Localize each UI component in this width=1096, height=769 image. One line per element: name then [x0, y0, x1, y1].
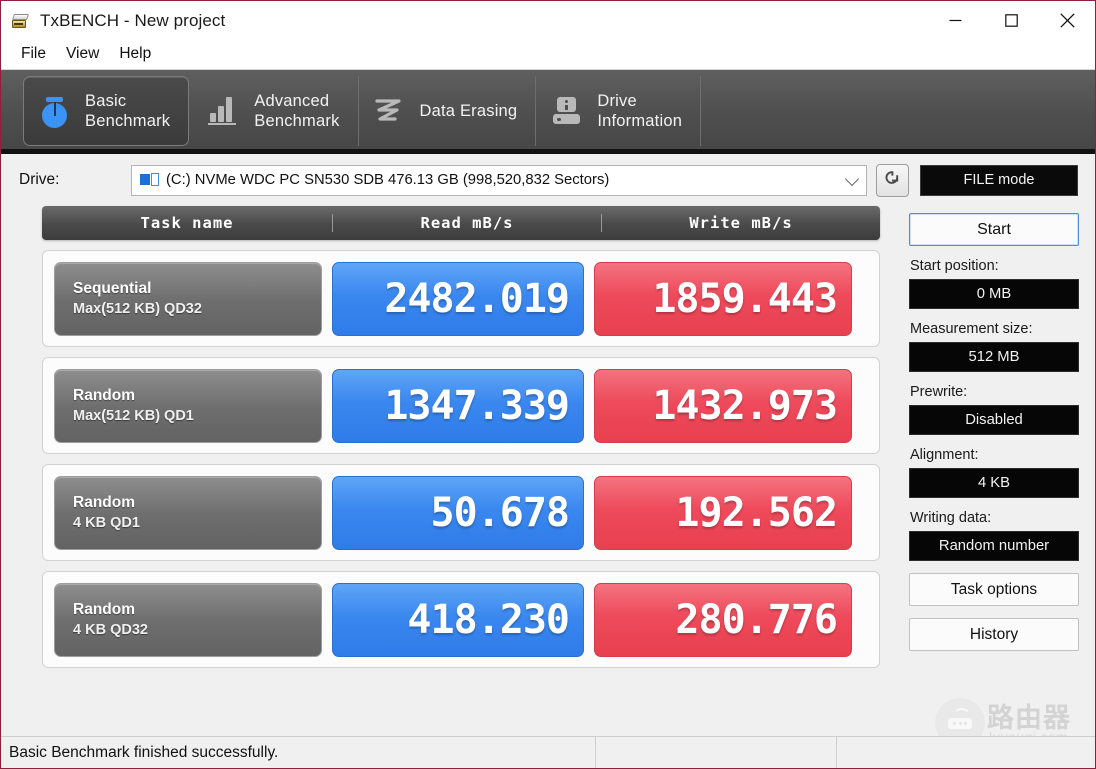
drive-selection-bar: Drive: (C:) NVMe WDC PC SN530 SDB 476.13… — [1, 154, 1095, 206]
alignment-label: Alignment: — [910, 447, 979, 463]
menu-item-view[interactable]: View — [57, 42, 108, 67]
table-row[interactable]: Random Max(512 KB) QD1 1347.339 1432.973 — [42, 357, 880, 454]
start-button[interactable]: Start — [909, 213, 1079, 246]
status-divider — [836, 737, 837, 768]
results-table: Task name Read mB/s Write mB/s Sequentia… — [42, 206, 880, 701]
write-value: 192.562 — [594, 475, 852, 550]
results-table-header: Task name Read mB/s Write mB/s — [42, 206, 880, 240]
history-button[interactable]: History — [909, 618, 1079, 651]
close-icon[interactable] — [1039, 1, 1095, 40]
task-title: Random — [73, 386, 135, 404]
stopwatch-icon — [38, 94, 72, 128]
chevron-down-icon[interactable] — [844, 171, 860, 187]
table-row[interactable]: Sequential Max(512 KB) QD32 2482.019 185… — [42, 250, 880, 347]
read-value: 418.230 — [332, 582, 584, 657]
measurement-size-label: Measurement size: — [910, 321, 1033, 337]
read-value: 1347.339 — [332, 368, 584, 443]
window-title: TxBENCH - New project — [40, 10, 226, 30]
write-value: 1432.973 — [594, 368, 852, 443]
writing-data-value[interactable]: Random number — [909, 531, 1079, 561]
menu-bar: File View Help — [1, 40, 1095, 69]
task-options-button[interactable]: Task options — [909, 573, 1079, 606]
write-value: 280.776 — [594, 582, 852, 657]
tab-label-data-erasing: Data Erasing — [419, 102, 518, 120]
task-subtitle: 4 KB QD1 — [73, 514, 140, 531]
bar-chart-icon — [207, 94, 241, 128]
measurement-size-value[interactable]: 512 MB — [909, 342, 1079, 372]
task-title: Random — [73, 600, 135, 618]
status-message: Basic Benchmark finished successfully. — [9, 743, 279, 761]
title-bar: TxBENCH - New project — [1, 1, 1095, 40]
task-cell: Random 4 KB QD32 — [54, 582, 322, 657]
window-controls — [927, 1, 1095, 40]
refresh-icon — [883, 168, 902, 192]
task-title: Random — [73, 493, 135, 511]
task-cell: Random Max(512 KB) QD1 — [54, 368, 322, 443]
txbench-window: TxBENCH - New project File View Help Bas… — [0, 0, 1096, 769]
maximize-icon[interactable] — [983, 1, 1039, 40]
start-position-label: Start position: — [910, 258, 999, 274]
table-row[interactable]: Random 4 KB QD1 50.678 192.562 — [42, 464, 880, 561]
drive-info-icon — [550, 94, 584, 128]
options-panel: Start Start position: 0 MB Measurement s… — [909, 206, 1079, 701]
alignment-value[interactable]: 4 KB — [909, 468, 1079, 498]
task-cell: Random 4 KB QD1 — [54, 475, 322, 550]
menu-item-file[interactable]: File — [12, 42, 55, 67]
drive-select-value: (C:) NVMe WDC PC SN530 SDB 476.13 GB (99… — [166, 172, 610, 188]
tab-label-basic-benchmark: Basic Benchmark — [85, 92, 171, 130]
status-bar: Basic Benchmark finished successfully. — [1, 736, 1095, 768]
drive-icon — [12, 12, 30, 30]
main-content: Task name Read mB/s Write mB/s Sequentia… — [1, 206, 1095, 701]
menu-item-help[interactable]: Help — [110, 42, 160, 67]
write-value: 1859.443 — [594, 261, 852, 336]
tab-label-advanced-benchmark: Advanced Benchmark — [254, 92, 340, 130]
column-header-write: Write mB/s — [601, 214, 880, 232]
minimize-icon[interactable] — [927, 1, 983, 40]
refresh-button[interactable] — [876, 163, 909, 197]
task-subtitle: 4 KB QD32 — [73, 621, 148, 638]
prewrite-label: Prewrite: — [910, 384, 968, 400]
read-value: 50.678 — [332, 475, 584, 550]
tab-advanced-benchmark[interactable]: Advanced Benchmark — [193, 76, 359, 146]
status-divider — [595, 737, 596, 768]
tab-drive-information[interactable]: Drive Information — [536, 76, 702, 146]
task-subtitle: Max(512 KB) QD32 — [73, 300, 202, 317]
tab-basic-benchmark[interactable]: Basic Benchmark — [23, 76, 190, 146]
router-icon — [953, 708, 971, 726]
hard-drive-icon — [140, 172, 159, 188]
start-position-value[interactable]: 0 MB — [909, 279, 1079, 309]
column-header-task-name: Task name — [140, 214, 234, 232]
task-title: Sequential — [73, 279, 152, 297]
tab-data-erasing[interactable]: Data Erasing — [359, 76, 537, 146]
tab-label-drive-information: Drive Information — [597, 92, 683, 130]
drive-label: Drive: — [19, 171, 60, 188]
tab-strip: Basic Benchmark Advanced Benchmark Data … — [1, 69, 1095, 154]
task-subtitle: Max(512 KB) QD1 — [73, 407, 194, 424]
table-row[interactable]: Random 4 KB QD32 418.230 280.776 — [42, 571, 880, 668]
drive-select[interactable]: (C:) NVMe WDC PC SN530 SDB 476.13 GB (99… — [131, 164, 867, 196]
task-cell: Sequential Max(512 KB) QD32 — [54, 261, 322, 336]
file-mode-button[interactable]: FILE mode — [920, 164, 1078, 196]
watermark-cn-text: 路由器 — [987, 703, 1071, 734]
erase-squiggle-icon — [373, 94, 407, 128]
column-header-read: Read mB/s — [332, 214, 601, 232]
writing-data-label: Writing data: — [910, 510, 992, 526]
read-value: 2482.019 — [332, 261, 584, 336]
prewrite-value[interactable]: Disabled — [909, 405, 1079, 435]
